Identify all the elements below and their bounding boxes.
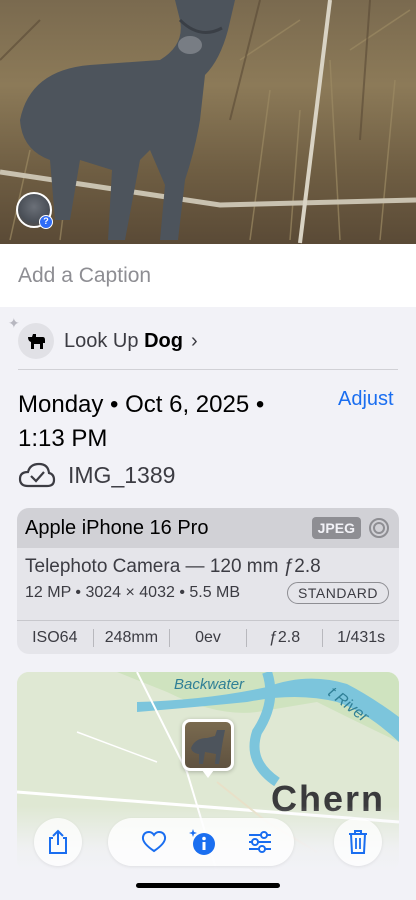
specs-text: 12 MP • 3024 × 4032 • 5.5 MB	[25, 584, 241, 601]
photo-date: Monday • Oct 6, 2025 • 1:13 PM	[18, 388, 318, 456]
device-name: Apple iPhone 16 Pro	[25, 516, 209, 539]
exif-exposure: 0ev	[169, 628, 246, 647]
caption-field[interactable]: Add a Caption	[0, 244, 416, 307]
chevron-right-icon: ›	[190, 329, 198, 352]
file-info: IMG_1389	[18, 458, 175, 492]
photo-location-pin[interactable]	[182, 719, 234, 778]
adjust-icon	[249, 831, 271, 853]
camera-info-card: Apple iPhone 16 Pro JPEG Telephoto Camer…	[17, 508, 399, 654]
look-up-prefix: Look Up	[64, 329, 139, 352]
exif-row: ISO64 248mm 0ev ƒ2.8 1/431s	[17, 621, 399, 654]
exif-shutter: 1/431s	[322, 628, 399, 647]
icloud-check-icon	[18, 462, 56, 488]
trash-icon	[349, 830, 367, 854]
photographic-style-badge: STANDARD	[287, 582, 389, 604]
divider	[18, 369, 398, 370]
look-up-dog-button[interactable]: ✦ Look Up Dog ›	[8, 315, 198, 360]
dog-lookup-icon: ✦	[8, 315, 54, 359]
adjust-button[interactable]: Adjust	[338, 388, 394, 411]
share-button[interactable]	[34, 818, 82, 866]
time-text: 1:13 PM	[18, 425, 108, 452]
info-icon	[189, 829, 215, 855]
share-icon	[49, 829, 67, 854]
home-indicator[interactable]	[136, 883, 280, 888]
heart-icon	[141, 831, 167, 853]
info-button[interactable]	[178, 818, 226, 866]
file-name: IMG_1389	[68, 461, 176, 488]
dog-photo-illustration	[0, 0, 416, 244]
edit-button[interactable]	[236, 818, 284, 866]
sparkle-icon: ✦	[8, 315, 20, 331]
lens-info: Telephoto Camera — 120 mm ƒ2.8	[25, 556, 321, 577]
look-up-subject: Dog	[144, 329, 183, 352]
unknown-person-badge: ?	[39, 215, 53, 229]
exif-aperture: ƒ2.8	[245, 628, 323, 647]
look-up-label: Look Up Dog	[64, 330, 183, 353]
pin-thumbnail	[185, 722, 231, 768]
exif-iso: ISO64	[32, 628, 78, 646]
date-text: Monday • Oct 6, 2025 •	[18, 391, 265, 418]
live-photo-icon	[369, 518, 389, 538]
map-label-water: Backwater	[174, 676, 245, 693]
format-badge: JPEG	[311, 517, 361, 539]
photo[interactable]: ?	[0, 0, 416, 244]
image-specs: 12 MP • 3024 × 4032 • 5.5 MB STANDARD	[17, 578, 399, 604]
exif-focal-length: 248mm	[92, 628, 170, 647]
favorite-button[interactable]	[130, 818, 178, 866]
delete-button[interactable]	[334, 818, 382, 866]
camera-info-header: Apple iPhone 16 Pro JPEG	[17, 508, 399, 548]
